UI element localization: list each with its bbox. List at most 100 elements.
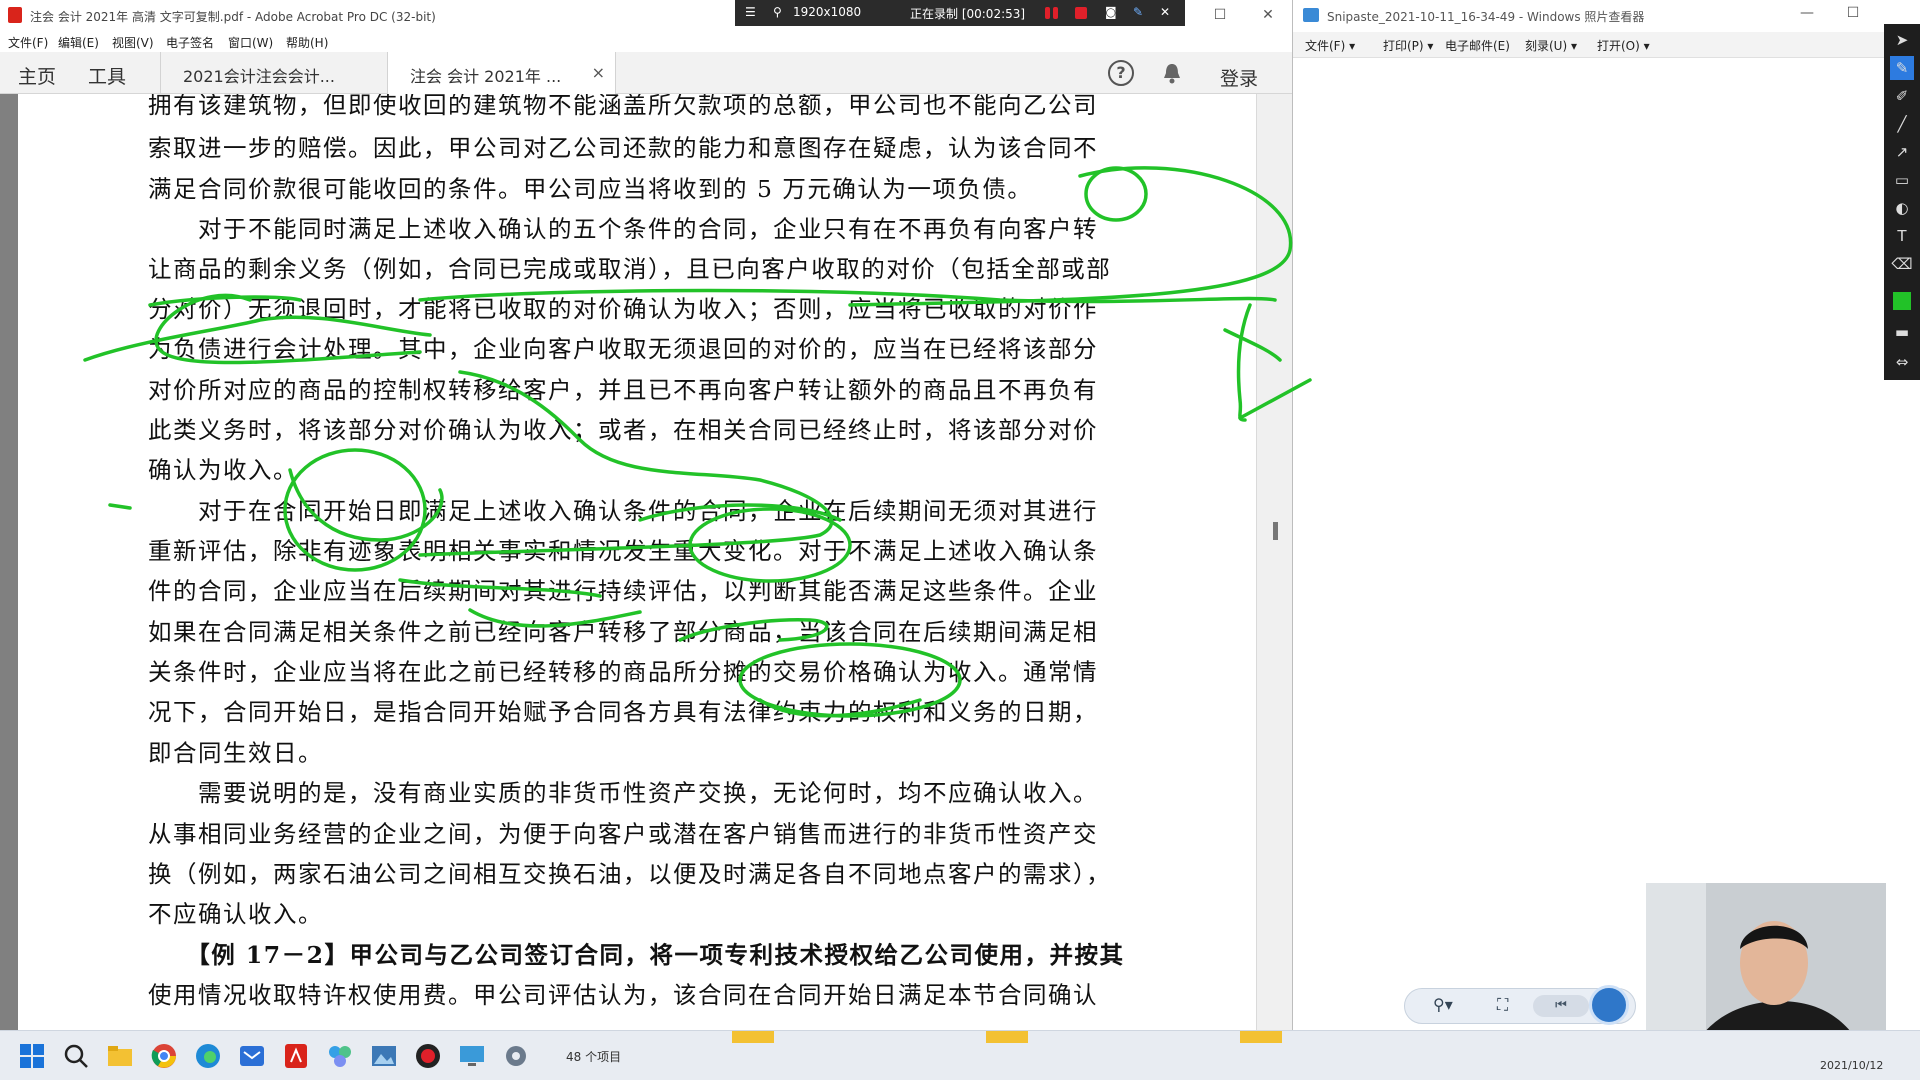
windows-start-icon[interactable]: [18, 1042, 46, 1070]
recorder-status: 正在录制 [00:02:53]: [910, 7, 1026, 21]
document-area: 拥有该建筑物，但即使收回的建筑物不能涵盖所欠款项的总额，甲公司也不能向乙公司 索…: [0, 94, 1292, 1030]
photos-menu-print[interactable]: 打印(P) ▾: [1383, 37, 1433, 54]
acrobat-menubar: 文件(F) 编辑(E) 视图(V) 电子签名 窗口(W) 帮助(H): [0, 30, 1292, 52]
photos-app-icon[interactable]: [326, 1042, 354, 1070]
stop-icon[interactable]: [1075, 7, 1087, 19]
photos-menu-burn[interactable]: 刻录(U) ▾: [1525, 37, 1577, 54]
doc-line: 需要说明的是，没有商业实质的非货币性资产交换，无论何时，均不应确认收入。: [148, 779, 1098, 807]
image-viewer-icon[interactable]: [370, 1042, 398, 1070]
vertical-scrollbar[interactable]: [1256, 94, 1292, 1030]
photos-menu-open[interactable]: 打开(O) ▾: [1597, 37, 1650, 54]
login-button[interactable]: 登录: [1220, 64, 1258, 91]
expand-icon[interactable]: ⇔: [1890, 350, 1914, 374]
pen-icon[interactable]: ✎: [1133, 5, 1143, 19]
doc-line: 【例 17－2】甲公司与乙公司签订合同，将一项专利技术授权给乙公司使用，并按其: [148, 941, 1125, 969]
recorder-close-icon[interactable]: ✕: [1160, 5, 1170, 19]
doc-line: 关条件时，企业应当将在此之前已经转移的商品所分摊的交易价格确认为收入。通常情: [148, 658, 1098, 686]
menu-esign[interactable]: 电子签名: [166, 34, 214, 51]
recorder-pin-icon[interactable]: ⚲: [773, 5, 782, 19]
doc-line: 为负债进行会计处理。其中，企业向客户收取无须退回的对价的，应当在已经将该部分: [148, 335, 1098, 363]
items-count: 48 个项目: [566, 1050, 622, 1064]
pause-icon[interactable]: [1045, 7, 1050, 19]
doc-line: 不应确认收入。: [148, 900, 323, 928]
settings-gear-icon[interactable]: [502, 1042, 530, 1070]
annotation-toolbar: ➤ ✎ ✐ ╱ ↗ ▭ ◐ T ⌫ ▬ ⇔: [1884, 24, 1920, 380]
text-icon[interactable]: T: [1890, 224, 1914, 248]
doc-line: 索取进一步的赔偿。因此，甲公司对乙公司还款的能力和意图存在疑虑，认为该合同不: [148, 134, 1098, 162]
doc-line: 确认为收入。: [148, 456, 298, 484]
arrow-icon[interactable]: ↗: [1890, 140, 1914, 164]
help-icon[interactable]: ?: [1108, 60, 1134, 86]
bell-icon[interactable]: [1162, 62, 1182, 84]
menu-window[interactable]: 窗口(W): [228, 34, 273, 51]
doc-line: 况下，合同开始日，是指合同开始赋予合同各方具有法律约束力的权利和义务的日期，: [148, 698, 1098, 726]
camera-icon[interactable]: ◙: [1105, 5, 1117, 19]
chrome-icon[interactable]: [150, 1042, 178, 1070]
acrobat-app-icon: [8, 7, 22, 23]
recorder-menu-icon[interactable]: ☰: [745, 5, 756, 19]
eraser-icon[interactable]: ⌫: [1890, 252, 1914, 276]
acrobat-taskbar-icon[interactable]: [282, 1042, 310, 1070]
pen-icon[interactable]: ✎: [1890, 56, 1914, 80]
menu-view[interactable]: 视图(V): [112, 34, 154, 51]
photos-control-bar: ⚲▾ ⛶ ⏮: [1404, 985, 1636, 1025]
menu-file[interactable]: 文件(F): [8, 34, 48, 51]
mail-app-icon[interactable]: [238, 1042, 266, 1070]
screen-recorder-bar: ☰ ⚲ 1920x1080 正在录制 [00:02:53] ◙ ✎ ✕: [735, 0, 1185, 26]
doc-line: 从事相同业务经营的企业之间，为便于向客户或潜在客户销售而进行的非货币性资产交: [148, 820, 1098, 848]
menu-edit[interactable]: 编辑(E): [58, 34, 99, 51]
nav-home[interactable]: 主页: [18, 62, 56, 89]
acrobat-window: 注会 会计 2021年 高清 文字可复制.pdf - Adobe Acrobat…: [0, 0, 1292, 1030]
pause-icon-bar: [1053, 7, 1058, 19]
photos-viewer-window: Snipaste_2021-10-11_16-34-49 - Windows 照…: [1292, 0, 1885, 1030]
photos-menu-file[interactable]: 文件(F) ▾: [1305, 37, 1355, 54]
cursor-icon[interactable]: ➤: [1890, 28, 1914, 52]
menu-help[interactable]: 帮助(H): [286, 34, 328, 51]
doc-line: 件的合同，企业应当在后续期间对其进行持续评估，以判断其能否满足这些条件。企业: [148, 577, 1098, 605]
highlighter-icon[interactable]: ✐: [1890, 84, 1914, 108]
scrollbar-thumb[interactable]: [1273, 522, 1278, 540]
tab-label: 2021会计注会会计...: [183, 67, 335, 86]
doc-line: 即合同生效日。: [148, 739, 323, 767]
doc-line: 拥有该建筑物，但即使收回的建筑物不能涵盖所欠款项的总额，甲公司也不能向乙公司: [148, 94, 1098, 119]
photos-app-icon: [1303, 8, 1319, 22]
edge-icon[interactable]: [194, 1042, 222, 1070]
taskbar: 48 个项目 2021/10/12: [0, 1030, 1920, 1080]
spotlight-icon[interactable]: ◐: [1890, 196, 1914, 220]
doc-line: 对于不能同时满足上述收入确认的五个条件的合同，企业只有在不再负有向客户转: [148, 215, 1098, 243]
taskbar-indicator: [732, 1031, 774, 1043]
fit-window-icon[interactable]: ⛶: [1497, 995, 1508, 1015]
doc-line: 满足合同价款很可能收回的条件。甲公司应当将收到的 5 万元确认为一项负债。: [148, 175, 1033, 203]
doc-line: 分对价）无须退回时，才能将已收取的对价确认为收入；否则，应当将已收取的对价作: [148, 295, 1098, 323]
search-icon[interactable]: [62, 1042, 90, 1070]
monitor-icon[interactable]: [458, 1042, 486, 1070]
photos-maximize-button[interactable]: ☐: [1833, 2, 1873, 24]
tab-label: 注会 会计 2021年 ...: [410, 67, 562, 86]
tab-document-1[interactable]: 2021会计注会会计...: [160, 52, 388, 94]
recorder-icon[interactable]: [414, 1042, 442, 1070]
previous-icon[interactable]: ⏮: [1533, 995, 1589, 1017]
maximize-button[interactable]: ☐: [1200, 4, 1240, 26]
file-explorer-icon[interactable]: [106, 1042, 134, 1070]
slideshow-icon[interactable]: [1589, 985, 1629, 1025]
doc-line: 此类义务时，将该部分对价确认为收入；或者，在相关合同已经终止时，将该部分对价: [148, 416, 1098, 444]
tab-document-2[interactable]: 注会 会计 2021年 ... ×: [388, 52, 616, 94]
doc-line: 对于在合同开始日即满足上述收入确认条件的合同，企业在后续期间无须对其进行: [148, 497, 1098, 525]
doc-line: 让商品的剩余义务（例如，合同已完成或取消），且已向客户收取的对价（包括全部或部: [148, 255, 1112, 283]
pdf-page: 拥有该建筑物，但即使收回的建筑物不能涵盖所欠款项的总额，甲公司也不能向乙公司 索…: [18, 94, 1256, 1030]
photos-window-title: Snipaste_2021-10-11_16-34-49 - Windows 照…: [1327, 10, 1645, 24]
tab-close-icon[interactable]: ×: [592, 63, 605, 82]
photos-menu-email[interactable]: 电子邮件(E): [1445, 37, 1510, 54]
nav-tools[interactable]: 工具: [88, 62, 126, 89]
close-button[interactable]: ✕: [1248, 4, 1288, 26]
zoom-icon[interactable]: ⚲▾: [1433, 995, 1453, 1014]
doc-line: 使用情况收取特许权使用费。甲公司评估认为，该合同在合同开始日满足本节合同确认: [148, 981, 1098, 1009]
line-width-icon[interactable]: ▬: [1890, 320, 1914, 344]
recorder-resolution: 1920x1080: [793, 5, 862, 19]
color-swatch[interactable]: [1893, 292, 1911, 310]
line-icon[interactable]: ╱: [1890, 112, 1914, 136]
photos-minimize-button[interactable]: —: [1787, 2, 1827, 24]
doc-line: 换（例如，两家石油公司之间相互交换石油，以便及时满足各自不同地点客户的需求），: [148, 860, 1112, 888]
rectangle-icon[interactable]: ▭: [1890, 168, 1914, 192]
doc-line: 如果在合同满足相关条件之前已经向客户转移了部分商品，当该合同在后续期间满足相: [148, 618, 1098, 646]
